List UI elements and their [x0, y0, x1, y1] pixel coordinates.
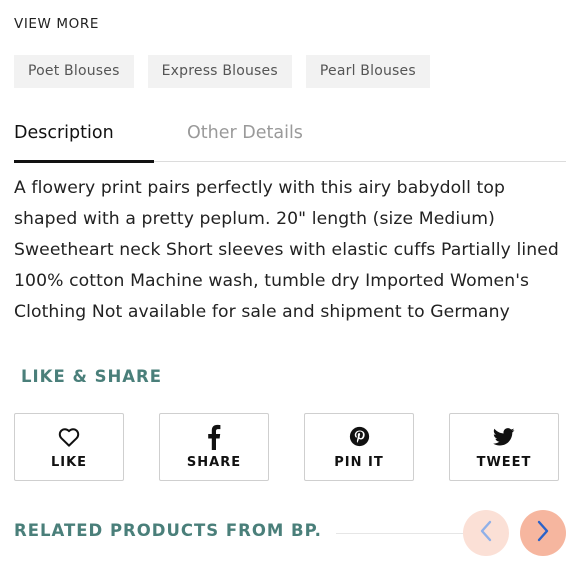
tab-description[interactable]: Description — [14, 123, 114, 143]
pin-it-button-label: PIN IT — [334, 454, 384, 470]
product-details-page: VIEW MORE Poet Blouses Express Blouses P… — [0, 0, 580, 580]
tab-other-details[interactable]: Other Details — [187, 123, 303, 143]
like-share-heading: LIKE & SHARE — [21, 367, 163, 386]
tag-poet-blouses[interactable]: Poet Blouses — [14, 55, 134, 88]
pinterest-icon — [347, 425, 371, 449]
share-buttons: LIKE SHARE PIN IT TWEET — [14, 413, 559, 481]
details-tabs: Description Other Details — [14, 120, 566, 163]
product-description: A flowery print pairs perfectly with thi… — [14, 178, 559, 322]
tweet-button-label: TWEET — [476, 454, 532, 470]
chevron-left-icon — [479, 520, 493, 546]
pin-it-button[interactable]: PIN IT — [304, 413, 414, 481]
twitter-icon — [492, 425, 516, 449]
tag-pearl-blouses[interactable]: Pearl Blouses — [305, 55, 430, 88]
related-divider — [336, 533, 466, 534]
related-products-heading: RELATED PRODUCTS FROM BP. — [14, 521, 322, 540]
share-button-label: SHARE — [186, 454, 242, 470]
facebook-icon — [202, 424, 226, 450]
active-tab-indicator — [14, 160, 154, 163]
carousel-prev-button[interactable] — [463, 510, 509, 556]
heart-icon — [57, 425, 81, 449]
tweet-button[interactable]: TWEET — [449, 413, 559, 481]
view-more-tags: Poet Blouses Express Blouses Pearl Blous… — [14, 55, 430, 88]
chevron-right-icon — [536, 520, 550, 546]
share-button[interactable]: SHARE — [159, 413, 269, 481]
view-more-heading: VIEW MORE — [14, 16, 99, 32]
like-button[interactable]: LIKE — [14, 413, 124, 481]
like-button-label: LIKE — [50, 454, 88, 470]
carousel-next-button[interactable] — [520, 510, 566, 556]
tag-express-blouses[interactable]: Express Blouses — [147, 55, 292, 88]
